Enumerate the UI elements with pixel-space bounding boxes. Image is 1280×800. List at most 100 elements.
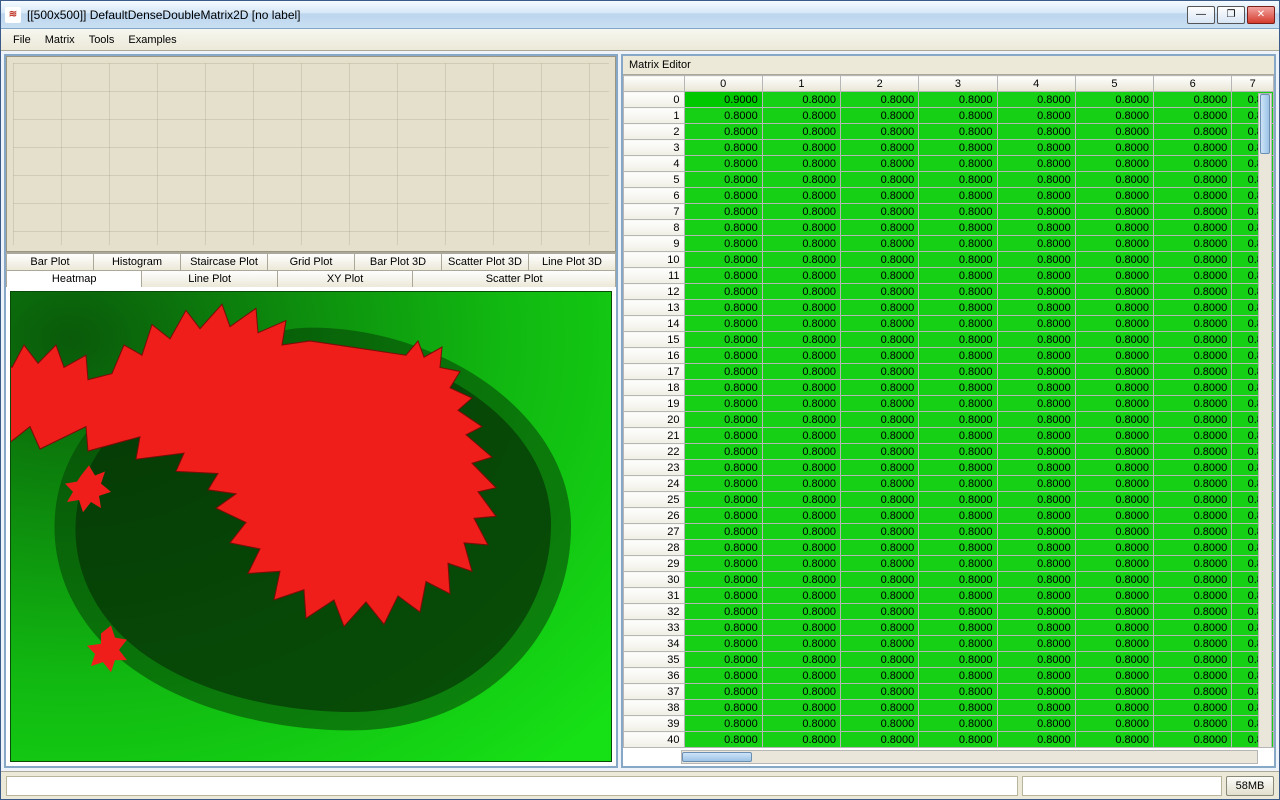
matrix-cell[interactable]: 0.8000	[762, 188, 840, 204]
menu-file[interactable]: File	[7, 32, 37, 48]
tab-histogram[interactable]: Histogram	[94, 253, 181, 270]
matrix-cell[interactable]: 0.8000	[1154, 524, 1232, 540]
matrix-cell[interactable]: 0.8000	[919, 396, 997, 412]
matrix-cell[interactable]: 0.8000	[841, 252, 919, 268]
matrix-cell[interactable]: 0.8000	[762, 396, 840, 412]
matrix-cell[interactable]: 0.8000	[919, 588, 997, 604]
matrix-cell[interactable]: 0.8000	[1075, 140, 1153, 156]
matrix-cell[interactable]: 0.8000	[841, 588, 919, 604]
overview-chart[interactable]	[6, 56, 616, 252]
row-header[interactable]: 39	[624, 716, 685, 732]
matrix-cell[interactable]: 0.8000	[997, 492, 1075, 508]
matrix-cell[interactable]: 0.8000	[762, 364, 840, 380]
matrix-cell[interactable]: 0.8000	[1154, 412, 1232, 428]
matrix-cell[interactable]: 0.8000	[997, 316, 1075, 332]
matrix-cell[interactable]: 0.8000	[919, 428, 997, 444]
matrix-cell[interactable]: 0.8000	[997, 652, 1075, 668]
matrix-cell[interactable]: 0.8000	[762, 492, 840, 508]
row-header[interactable]: 11	[624, 268, 685, 284]
matrix-cell[interactable]: 0.8000	[684, 732, 762, 748]
matrix-cell[interactable]: 0.8000	[1154, 268, 1232, 284]
matrix-cell[interactable]: 0.8000	[841, 476, 919, 492]
matrix-cell[interactable]: 0.8000	[684, 492, 762, 508]
matrix-cell[interactable]: 0.8000	[919, 732, 997, 748]
matrix-cell[interactable]: 0.8000	[919, 524, 997, 540]
matrix-cell[interactable]: 0.8000	[684, 252, 762, 268]
tab-bar-plot-3d[interactable]: Bar Plot 3D	[355, 253, 442, 270]
matrix-cell[interactable]: 0.8000	[1075, 124, 1153, 140]
matrix-cell[interactable]: 0.8000	[997, 332, 1075, 348]
matrix-cell[interactable]: 0.8000	[841, 268, 919, 284]
matrix-cell[interactable]: 0.8000	[684, 668, 762, 684]
matrix-cell[interactable]: 0.8000	[1075, 508, 1153, 524]
matrix-cell[interactable]: 0.8000	[1075, 332, 1153, 348]
matrix-cell[interactable]: 0.8000	[762, 92, 840, 108]
matrix-cell[interactable]: 0.8000	[1075, 108, 1153, 124]
matrix-cell[interactable]: 0.8000	[1154, 460, 1232, 476]
matrix-cell[interactable]: 0.8000	[1075, 476, 1153, 492]
col-header[interactable]: 4	[997, 76, 1075, 92]
matrix-cell[interactable]: 0.8000	[762, 588, 840, 604]
matrix-cell[interactable]: 0.8000	[997, 508, 1075, 524]
matrix-cell[interactable]: 0.8000	[919, 508, 997, 524]
matrix-grid[interactable]: 01234567 00.90000.80000.80000.80000.8000…	[623, 75, 1274, 748]
matrix-cell[interactable]: 0.8000	[1154, 588, 1232, 604]
row-header[interactable]: 36	[624, 668, 685, 684]
matrix-cell[interactable]: 0.8000	[841, 300, 919, 316]
row-header[interactable]: 22	[624, 444, 685, 460]
matrix-cell[interactable]: 0.8000	[997, 140, 1075, 156]
matrix-cell[interactable]: 0.8000	[684, 412, 762, 428]
memory-button[interactable]: 58MB	[1226, 776, 1274, 796]
row-header[interactable]: 13	[624, 300, 685, 316]
matrix-cell[interactable]: 0.8000	[919, 364, 997, 380]
row-header[interactable]: 7	[624, 204, 685, 220]
matrix-cell[interactable]: 0.8000	[841, 604, 919, 620]
matrix-cell[interactable]: 0.8000	[1154, 172, 1232, 188]
matrix-cell[interactable]: 0.8000	[684, 284, 762, 300]
matrix-cell[interactable]: 0.8000	[1154, 188, 1232, 204]
matrix-cell[interactable]: 0.8000	[919, 188, 997, 204]
matrix-cell[interactable]: 0.8000	[841, 524, 919, 540]
matrix-cell[interactable]: 0.8000	[997, 620, 1075, 636]
matrix-cell[interactable]: 0.8000	[997, 220, 1075, 236]
matrix-cell[interactable]: 0.8000	[1075, 700, 1153, 716]
matrix-cell[interactable]: 0.8000	[841, 156, 919, 172]
matrix-cell[interactable]: 0.8000	[841, 124, 919, 140]
menu-tools[interactable]: Tools	[83, 32, 121, 48]
matrix-cell[interactable]: 0.8000	[919, 380, 997, 396]
matrix-cell[interactable]: 0.8000	[919, 220, 997, 236]
matrix-cell[interactable]: 0.8000	[997, 108, 1075, 124]
tab-xy-plot[interactable]: XY Plot	[278, 270, 413, 287]
matrix-cell[interactable]: 0.8000	[997, 572, 1075, 588]
row-header[interactable]: 25	[624, 492, 685, 508]
matrix-cell[interactable]: 0.8000	[684, 396, 762, 412]
matrix-cell[interactable]: 0.8000	[997, 268, 1075, 284]
matrix-cell[interactable]: 0.8000	[1075, 588, 1153, 604]
matrix-cell[interactable]: 0.8000	[997, 364, 1075, 380]
matrix-cell[interactable]: 0.8000	[1154, 108, 1232, 124]
tab-bar-plot[interactable]: Bar Plot	[6, 253, 94, 270]
row-header[interactable]: 27	[624, 524, 685, 540]
matrix-cell[interactable]: 0.8000	[919, 540, 997, 556]
matrix-cell[interactable]: 0.8000	[1075, 300, 1153, 316]
row-header[interactable]: 9	[624, 236, 685, 252]
matrix-cell[interactable]: 0.8000	[919, 636, 997, 652]
matrix-cell[interactable]: 0.8000	[1154, 476, 1232, 492]
matrix-cell[interactable]: 0.8000	[841, 348, 919, 364]
matrix-cell[interactable]: 0.8000	[1154, 252, 1232, 268]
matrix-cell[interactable]: 0.8000	[841, 236, 919, 252]
row-header[interactable]: 4	[624, 156, 685, 172]
row-header[interactable]: 3	[624, 140, 685, 156]
col-header[interactable]: 0	[684, 76, 762, 92]
matrix-cell[interactable]: 0.8000	[684, 236, 762, 252]
tab-scatter-plot-3d[interactable]: Scatter Plot 3D	[442, 253, 529, 270]
matrix-cell[interactable]: 0.8000	[762, 380, 840, 396]
row-header[interactable]: 21	[624, 428, 685, 444]
matrix-cell[interactable]: 0.8000	[1075, 620, 1153, 636]
matrix-cell[interactable]: 0.8000	[841, 668, 919, 684]
matrix-cell[interactable]: 0.8000	[919, 124, 997, 140]
matrix-cell[interactable]: 0.8000	[919, 460, 997, 476]
matrix-cell[interactable]: 0.8000	[684, 428, 762, 444]
matrix-cell[interactable]: 0.8000	[919, 492, 997, 508]
matrix-cell[interactable]: 0.8000	[919, 476, 997, 492]
